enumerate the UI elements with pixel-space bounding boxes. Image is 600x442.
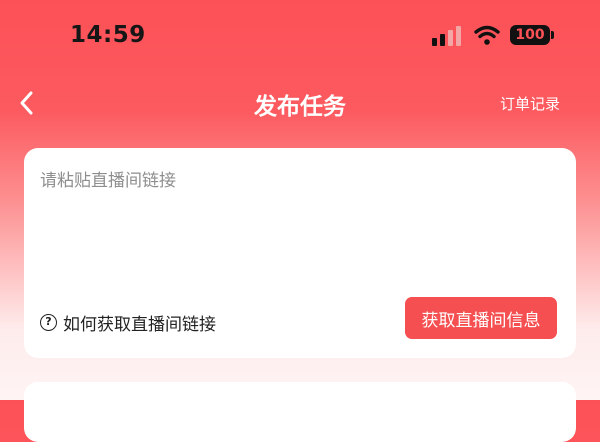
order-records-link[interactable]: 订单记录 <box>500 93 560 114</box>
status-bar: 14:59 100 <box>0 0 600 70</box>
live-link-input[interactable] <box>40 166 560 286</box>
live-link-card: ? 如何获取直播间链接 获取直播间信息 <box>24 148 576 358</box>
wifi-icon <box>474 25 500 45</box>
fetch-live-info-button[interactable]: 获取直播间信息 <box>405 297 557 339</box>
second-card <box>24 382 576 442</box>
help-link-label: 如何获取直播间链接 <box>63 315 216 335</box>
nav-bar: 发布任务 订单记录 <box>0 78 600 128</box>
battery-tip <box>551 31 554 39</box>
help-link[interactable]: ? 如何获取直播间链接 <box>40 310 216 335</box>
question-circle-icon: ? <box>40 314 57 331</box>
status-time: 14:59 <box>70 22 146 48</box>
cellular-signal-icon <box>432 26 461 46</box>
battery-indicator: 100 <box>510 25 550 45</box>
